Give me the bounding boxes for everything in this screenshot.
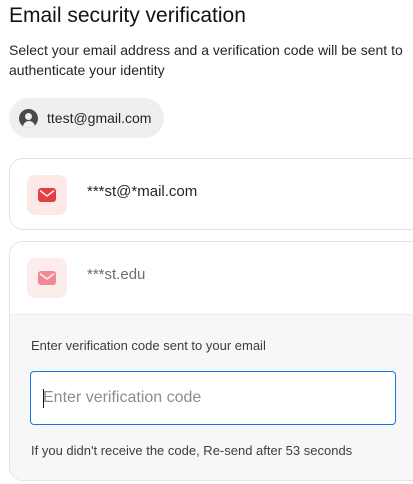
page-subtitle: Select your email address and a verifica…: [9, 42, 403, 78]
mail-icon: [38, 188, 56, 202]
text-caret: [43, 389, 44, 408]
mail-badge: [27, 258, 67, 298]
mail-badge: [27, 175, 67, 215]
verification-panel: Enter verification code sent to your ema…: [10, 314, 413, 480]
verification-code-input[interactable]: [30, 371, 396, 425]
mail-icon: [38, 271, 56, 285]
masked-email: ***st@*mail.com: [87, 183, 198, 200]
account-circle-icon: [19, 108, 38, 128]
masked-email: ***st.edu: [87, 266, 146, 283]
resend-note: If you didn't receive the code, Re-send …: [31, 443, 353, 458]
email-option-1[interactable]: ***st@*mail.com: [9, 158, 413, 230]
page-title: Email security verification: [9, 4, 246, 27]
verification-label: Enter verification code sent to your ema…: [31, 338, 266, 353]
account-chip[interactable]: ttest@gmail.com: [9, 98, 164, 138]
account-email: ttest@gmail.com: [47, 110, 152, 126]
email-option-2[interactable]: ***st.edu Enter verification code sent t…: [9, 241, 413, 481]
